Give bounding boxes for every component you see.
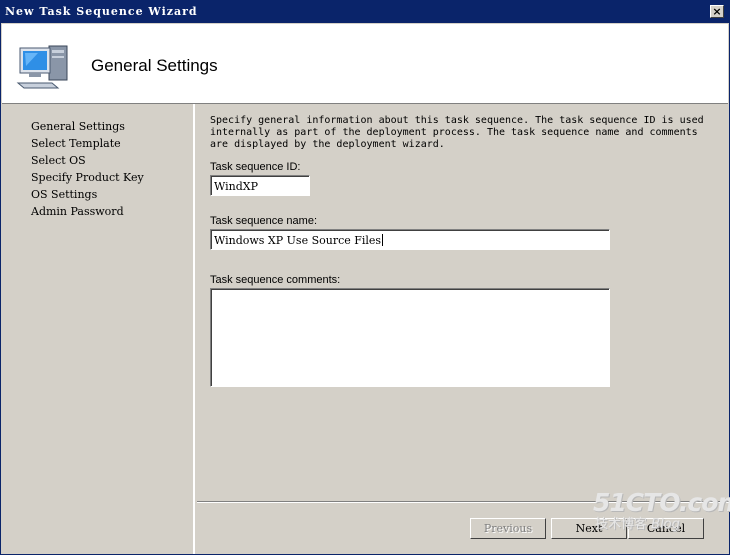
task-sequence-comments-label: Task sequence comments: (210, 274, 341, 286)
sidebar-item-select-os[interactable]: Select OS (31, 154, 86, 167)
text-cursor (382, 234, 384, 246)
cancel-button[interactable]: Cancel (628, 518, 704, 539)
sidebar-item-select-template[interactable]: Select Template (31, 137, 121, 150)
wizard-sidebar: General Settings Select Template Select … (2, 104, 195, 554)
task-sequence-name-value: Windows XP Use Source Files (214, 234, 382, 247)
previous-button[interactable]: Previous (470, 518, 546, 539)
wizard-header: General Settings (2, 24, 728, 104)
sidebar-item-specify-product-key[interactable]: Specify Product Key (31, 171, 144, 184)
close-icon: × (712, 5, 722, 18)
computer-icon (16, 45, 68, 89)
wizard-window: New Task Sequence Wizard × General Setti… (0, 0, 730, 555)
task-sequence-id-value: WindXP (214, 180, 258, 193)
wizard-main-panel: Specify general information about this t… (197, 104, 729, 502)
page-description: Specify general information about this t… (210, 115, 704, 150)
sidebar-item-general-settings[interactable]: General Settings (31, 120, 125, 133)
button-separator (197, 501, 729, 503)
task-sequence-id-input[interactable]: WindXP (210, 175, 310, 196)
window-title: New Task Sequence Wizard (5, 5, 198, 18)
next-button[interactable]: Next (551, 518, 627, 539)
task-sequence-name-label: Task sequence name: (210, 215, 318, 227)
task-sequence-id-label: Task sequence ID: (210, 161, 301, 173)
task-sequence-name-input[interactable]: Windows XP Use Source Files (210, 229, 610, 250)
sidebar-item-admin-password[interactable]: Admin Password (31, 205, 124, 218)
page-title: General Settings (91, 56, 218, 75)
title-bar[interactable]: New Task Sequence Wizard × (1, 1, 729, 23)
sidebar-item-os-settings[interactable]: OS Settings (31, 188, 97, 201)
close-button[interactable]: × (710, 5, 724, 18)
task-sequence-comments-textarea[interactable] (210, 288, 610, 387)
